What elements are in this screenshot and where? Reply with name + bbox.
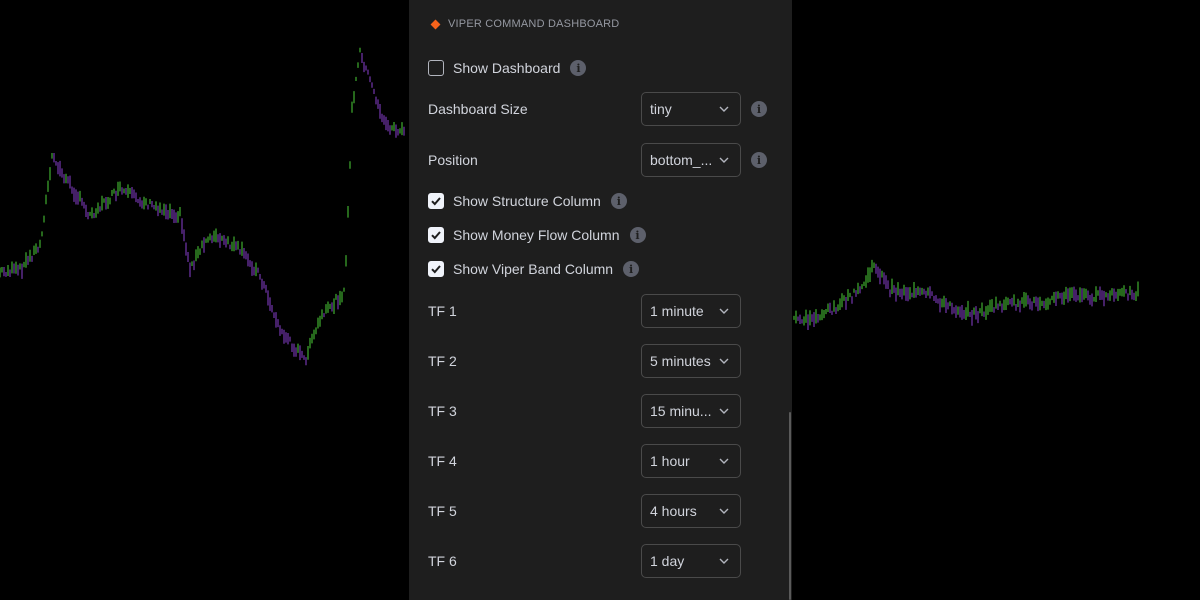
tf-value: 1 minute — [650, 303, 704, 319]
tf-label: TF 2 — [428, 353, 457, 369]
show-dashboard-label: Show Dashboard — [453, 60, 561, 76]
show-structure-checkbox[interactable] — [428, 193, 444, 209]
info-icon[interactable]: i — [610, 193, 627, 209]
show-structure-label: Show Structure Column — [453, 193, 601, 209]
show-money-flow-row: Show Money Flow Column i — [428, 218, 646, 252]
chevron-down-icon — [714, 106, 734, 112]
info-icon[interactable]: i — [629, 227, 646, 243]
tf-value: 1 day — [650, 553, 685, 569]
tf-select-1[interactable]: 1 minute — [641, 294, 741, 328]
checkmark-icon — [431, 231, 441, 240]
show-money-flow-checkbox[interactable] — [428, 227, 444, 243]
diamond-icon — [430, 19, 441, 29]
checkmark-icon — [431, 197, 441, 206]
info-icon[interactable]: i — [751, 101, 767, 117]
chevron-down-icon — [714, 558, 734, 564]
tf-label: TF 4 — [428, 453, 457, 469]
dashboard-size-label: Dashboard Size — [428, 101, 528, 117]
position-select[interactable]: bottom_... — [641, 143, 741, 177]
section-title: VIPER COMMAND DASHBOARD — [448, 18, 620, 30]
chevron-down-icon — [714, 408, 734, 414]
info-icon[interactable]: i — [570, 60, 587, 76]
position-value: bottom_... — [650, 152, 713, 168]
tf-row-3: TF 3 — [428, 394, 457, 428]
tf-row-5: TF 5 — [428, 494, 457, 528]
tf-select-2[interactable]: 5 minutes — [641, 344, 741, 378]
section-header: VIPER COMMAND DASHBOARD — [430, 18, 620, 30]
chevron-down-icon — [714, 157, 734, 163]
info-icon[interactable]: i — [623, 261, 640, 277]
tf-select-4[interactable]: 1 hour — [641, 444, 741, 478]
show-dashboard-checkbox[interactable] — [428, 60, 444, 76]
show-viper-band-row: Show Viper Band Column i — [428, 252, 640, 286]
tf-value: 4 hours — [650, 503, 697, 519]
tf-value: 1 hour — [650, 453, 690, 469]
tf-value: 15 minu... — [650, 403, 712, 419]
chevron-down-icon — [714, 458, 734, 464]
info-icon[interactable]: i — [751, 152, 767, 168]
show-viper-band-label: Show Viper Band Column — [453, 261, 614, 277]
tf-select-3[interactable]: 15 minu... — [641, 394, 741, 428]
tf-select-6[interactable]: 1 day — [641, 544, 741, 578]
panel-scrollbar[interactable] — [789, 412, 791, 600]
tf-select-5[interactable]: 4 hours — [641, 494, 741, 528]
tf-row-2: TF 2 — [428, 344, 457, 378]
dashboard-size-select[interactable]: tiny — [641, 92, 741, 126]
chevron-down-icon — [714, 308, 734, 314]
dashboard-size-value: tiny — [650, 101, 672, 117]
position-label: Position — [428, 152, 478, 168]
tf-row-6: TF 6 — [428, 544, 457, 578]
tf-label: TF 1 — [428, 303, 457, 319]
checkmark-icon — [431, 265, 441, 274]
tf-label: TF 3 — [428, 403, 457, 419]
tf-label: TF 6 — [428, 553, 457, 569]
tf-value: 5 minutes — [650, 353, 711, 369]
show-money-flow-label: Show Money Flow Column — [453, 227, 620, 243]
dashboard-size-row: Dashboard Size — [428, 92, 528, 126]
chevron-down-icon — [714, 358, 734, 364]
tf-row-4: TF 4 — [428, 444, 457, 478]
dashboard-size-info: i — [751, 92, 767, 126]
position-info: i — [751, 143, 767, 177]
tf-row-1: TF 1 — [428, 294, 457, 328]
show-structure-row: Show Structure Column i — [428, 184, 627, 218]
chevron-down-icon — [714, 508, 734, 514]
tf-label: TF 5 — [428, 503, 457, 519]
show-dashboard-row: Show Dashboard i — [428, 51, 587, 85]
position-row: Position — [428, 143, 478, 177]
show-viper-band-checkbox[interactable] — [428, 261, 444, 277]
